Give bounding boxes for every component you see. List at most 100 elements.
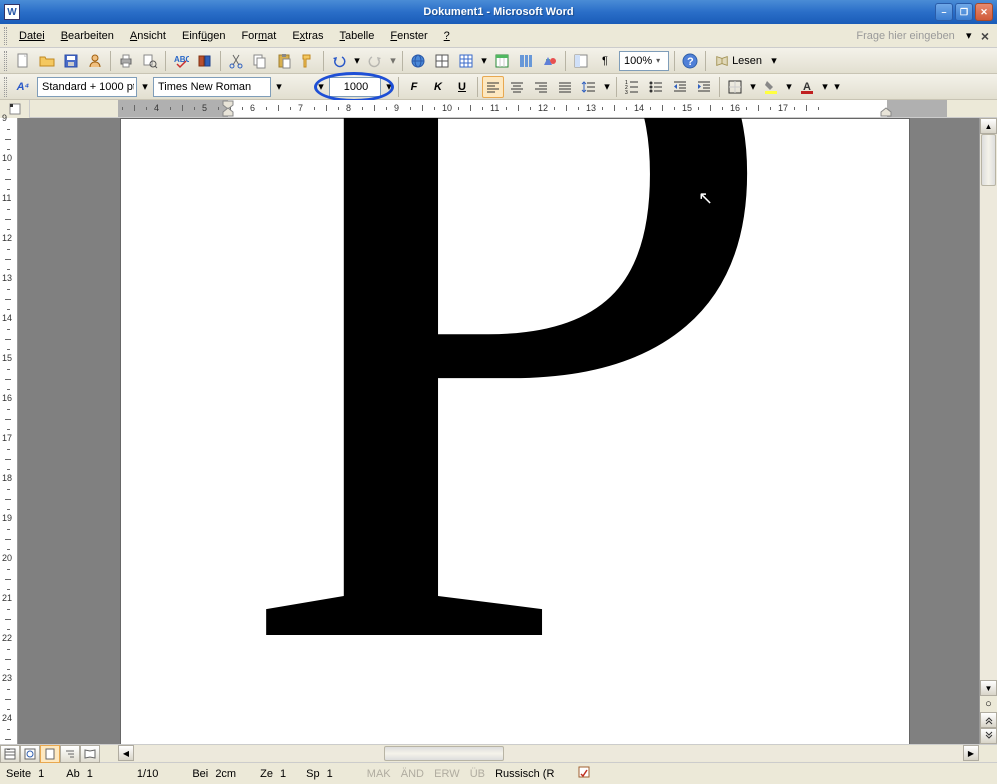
print-preview-icon[interactable]: [139, 50, 161, 72]
italic-button[interactable]: K: [427, 76, 449, 98]
print-icon[interactable]: [115, 50, 137, 72]
normal-view-button[interactable]: [0, 745, 20, 763]
hyperlink-icon[interactable]: [407, 50, 429, 72]
scroll-down-button[interactable]: ▼: [980, 680, 997, 696]
align-center-button[interactable]: [506, 76, 528, 98]
new-document-icon[interactable]: [12, 50, 34, 72]
line-spacing-dropdown[interactable]: ▾: [601, 80, 613, 93]
vertical-ruler[interactable]: 9101112131415161718192021222324: [0, 118, 18, 744]
styles-pane-icon[interactable]: A⁴: [12, 76, 34, 98]
status-mode-rec[interactable]: MAK: [367, 768, 391, 780]
scroll-track[interactable]: [980, 134, 997, 680]
redo-icon[interactable]: [364, 50, 386, 72]
format-painter-icon[interactable]: [297, 50, 319, 72]
hscroll-right-button[interactable]: ▶: [963, 745, 979, 761]
document-area[interactable]: P ↖: [18, 118, 979, 744]
menu-help[interactable]: ?: [436, 28, 458, 44]
prev-page-button[interactable]: [980, 712, 997, 728]
document-page[interactable]: P: [120, 118, 910, 744]
status-mode-trk[interactable]: ÄND: [401, 768, 424, 780]
drawing-icon[interactable]: [539, 50, 561, 72]
style-dropdown-arrow[interactable]: ▾: [139, 80, 151, 93]
save-icon[interactable]: [60, 50, 82, 72]
font-color-dropdown[interactable]: ▾: [819, 80, 831, 93]
read-mode-icon[interactable]: Lesen: [710, 50, 767, 72]
print-layout-view-button[interactable]: [40, 745, 60, 763]
reading-view-button[interactable]: [80, 745, 100, 763]
cut-icon[interactable]: [225, 50, 247, 72]
highlight-dropdown[interactable]: ▾: [783, 80, 795, 93]
align-right-button[interactable]: [530, 76, 552, 98]
columns-icon[interactable]: [515, 50, 537, 72]
outline-view-button[interactable]: [60, 745, 80, 763]
help-search[interactable]: Frage hier eingeben: [841, 30, 961, 42]
next-page-button[interactable]: [980, 728, 997, 744]
indent-marker-right[interactable]: [880, 107, 892, 117]
decrease-indent-button[interactable]: [669, 76, 691, 98]
zoom-dropdown[interactable]: 100% ▾: [619, 51, 669, 71]
horizontal-ruler[interactable]: 34567891011121314151617: [118, 100, 947, 117]
hscroll-track[interactable]: [134, 746, 963, 761]
font-dropdown-arrow[interactable]: ▾: [273, 80, 285, 93]
menu-extras[interactable]: Extras: [284, 28, 331, 44]
browse-object-button[interactable]: ○: [980, 696, 997, 712]
menu-file[interactable]: Datei: [11, 28, 53, 44]
menu-view[interactable]: Ansicht: [122, 28, 174, 44]
indent-marker-left[interactable]: [222, 107, 234, 117]
undo-dropdown[interactable]: ▾: [351, 54, 363, 67]
vertical-scrollbar[interactable]: ▲ ▼ ○: [979, 118, 997, 744]
bold-button[interactable]: F: [403, 76, 425, 98]
align-left-button[interactable]: [482, 76, 504, 98]
minimize-button[interactable]: –: [935, 3, 953, 21]
toolbar-grip[interactable]: [4, 51, 7, 71]
status-spellcheck-icon[interactable]: [578, 765, 594, 782]
help-icon[interactable]: ?: [679, 50, 701, 72]
menu-format[interactable]: Format: [233, 28, 284, 44]
copy-icon[interactable]: [249, 50, 271, 72]
web-view-button[interactable]: [20, 745, 40, 763]
status-mode-ext[interactable]: ERW: [434, 768, 459, 780]
permissions-icon[interactable]: [84, 50, 106, 72]
font-size-dropdown-arrow-left[interactable]: ▾: [315, 80, 327, 93]
menu-window[interactable]: Fenster: [382, 28, 435, 44]
font-size-dropdown[interactable]: 1000: [329, 77, 381, 97]
open-icon[interactable]: [36, 50, 58, 72]
font-color-button[interactable]: A: [796, 76, 818, 98]
menu-edit[interactable]: Bearbeiten: [53, 28, 122, 44]
toolbar-grip-2[interactable]: [4, 77, 7, 97]
hscroll-thumb[interactable]: [384, 746, 504, 761]
underline-button[interactable]: U: [451, 76, 473, 98]
font-dropdown[interactable]: Times New Roman: [153, 77, 271, 97]
show-formatting-icon[interactable]: ¶: [594, 50, 616, 72]
maximize-button[interactable]: ❐: [955, 3, 973, 21]
align-justify-button[interactable]: [554, 76, 576, 98]
menu-table[interactable]: Tabelle: [332, 28, 383, 44]
scroll-thumb[interactable]: [981, 134, 996, 186]
resize-grip[interactable]: [979, 745, 997, 762]
document-close-button[interactable]: ×: [977, 28, 993, 44]
style-dropdown[interactable]: Standard + 1000 pt: [37, 77, 137, 97]
scroll-up-button[interactable]: ▲: [980, 118, 997, 134]
redo-dropdown[interactable]: ▾: [387, 54, 399, 67]
help-search-expand[interactable]: ▾: [963, 30, 975, 42]
close-button[interactable]: ✕: [975, 3, 993, 21]
menu-insert[interactable]: Einfügen: [174, 28, 233, 44]
font-size-dropdown-arrow[interactable]: ▾: [383, 80, 395, 93]
status-mode-ovr[interactable]: ÜB: [470, 768, 485, 780]
insert-table-icon[interactable]: [455, 50, 477, 72]
document-map-icon[interactable]: [570, 50, 592, 72]
borders-button[interactable]: [724, 76, 746, 98]
undo-icon[interactable]: [328, 50, 350, 72]
bullet-list-button[interactable]: [645, 76, 667, 98]
research-icon[interactable]: [194, 50, 216, 72]
paste-icon[interactable]: [273, 50, 295, 72]
borders-dropdown[interactable]: ▾: [747, 80, 759, 93]
tables-borders-icon[interactable]: [431, 50, 453, 72]
line-spacing-button[interactable]: [578, 76, 600, 98]
status-language[interactable]: Russisch (R: [495, 768, 554, 780]
menubar-grip[interactable]: [4, 27, 7, 45]
formatting-overflow[interactable]: ▾: [831, 80, 843, 93]
highlight-button[interactable]: [760, 76, 782, 98]
insert-worksheet-icon[interactable]: [491, 50, 513, 72]
hscroll-left-button[interactable]: ◀: [118, 745, 134, 761]
